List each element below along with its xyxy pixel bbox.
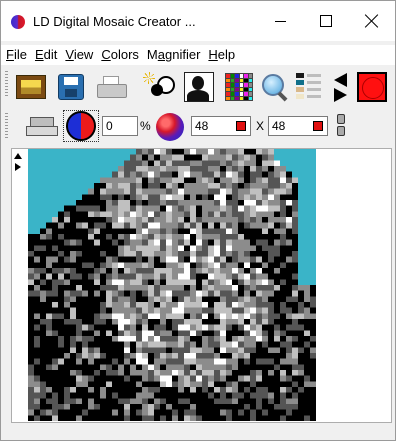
menu-view[interactable]: View <box>62 45 96 65</box>
palette-icon <box>296 73 322 101</box>
scroll-right-icon[interactable] <box>15 163 21 171</box>
print-button[interactable] <box>93 71 129 103</box>
menu-magnifier[interactable]: Magnifier <box>144 45 204 65</box>
half-color-icon <box>66 111 96 141</box>
toolbar-grip[interactable] <box>5 71 8 97</box>
percent-label: % <box>140 119 151 133</box>
arrows-button[interactable] <box>331 71 351 103</box>
print-icon <box>97 76 127 98</box>
magnifier-icon <box>261 73 289 102</box>
color-ball-button[interactable] <box>154 111 186 143</box>
close-button[interactable] <box>349 1 395 41</box>
mosaic-image[interactable] <box>28 149 316 421</box>
app-window: LD Digital Mosaic Creator ... File Edit … <box>0 0 396 441</box>
red-color-button[interactable] <box>355 71 389 103</box>
eraser-button[interactable] <box>25 115 58 137</box>
height-color-icon <box>313 121 323 131</box>
width-color-icon <box>236 121 246 131</box>
menu-help[interactable]: Help <box>205 45 238 65</box>
minimize-button[interactable] <box>257 1 303 41</box>
mosaic-toolbar: 0 % 48 X 48 <box>1 109 395 143</box>
portrait-icon <box>184 72 214 102</box>
open-image-button[interactable] <box>13 71 49 103</box>
scroll-up-icon[interactable] <box>14 153 22 159</box>
brightness-button[interactable] <box>141 71 177 103</box>
color-grid-button[interactable] <box>221 71 257 103</box>
title-bar[interactable]: LD Digital Mosaic Creator ... <box>1 1 395 41</box>
red-color-icon <box>357 72 387 102</box>
magnifier-button[interactable] <box>257 71 293 103</box>
menu-colors[interactable]: Colors <box>98 45 142 65</box>
window-title: LD Digital Mosaic Creator ... <box>33 14 196 29</box>
app-icon[interactable] <box>11 15 25 29</box>
menu-edit[interactable]: Edit <box>32 45 60 65</box>
maximize-button[interactable] <box>303 1 349 41</box>
brightness-icon <box>143 72 175 102</box>
main-toolbar <box>1 67 395 107</box>
minimize-icon <box>274 20 286 22</box>
open-image-icon <box>16 75 46 99</box>
save-button[interactable] <box>53 71 89 103</box>
color-ball-icon <box>156 113 184 141</box>
link-icon[interactable] <box>337 114 345 136</box>
arrows-icon <box>333 72 349 102</box>
eraser-icon <box>26 117 58 136</box>
toolbar-grip[interactable] <box>5 113 8 139</box>
half-color-button[interactable] <box>63 110 99 142</box>
menu-bar: File Edit View Colors Magnifier Help <box>1 45 395 65</box>
palette-button[interactable] <box>293 71 325 103</box>
color-grid-icon <box>225 73 253 101</box>
maximize-icon <box>320 15 332 27</box>
portrait-button[interactable] <box>181 71 217 103</box>
save-icon <box>58 74 84 100</box>
times-label: X <box>256 119 265 133</box>
menu-file[interactable]: File <box>3 45 30 65</box>
percent-input[interactable]: 0 <box>102 116 138 136</box>
close-icon <box>365 14 379 28</box>
status-bar <box>1 425 395 440</box>
